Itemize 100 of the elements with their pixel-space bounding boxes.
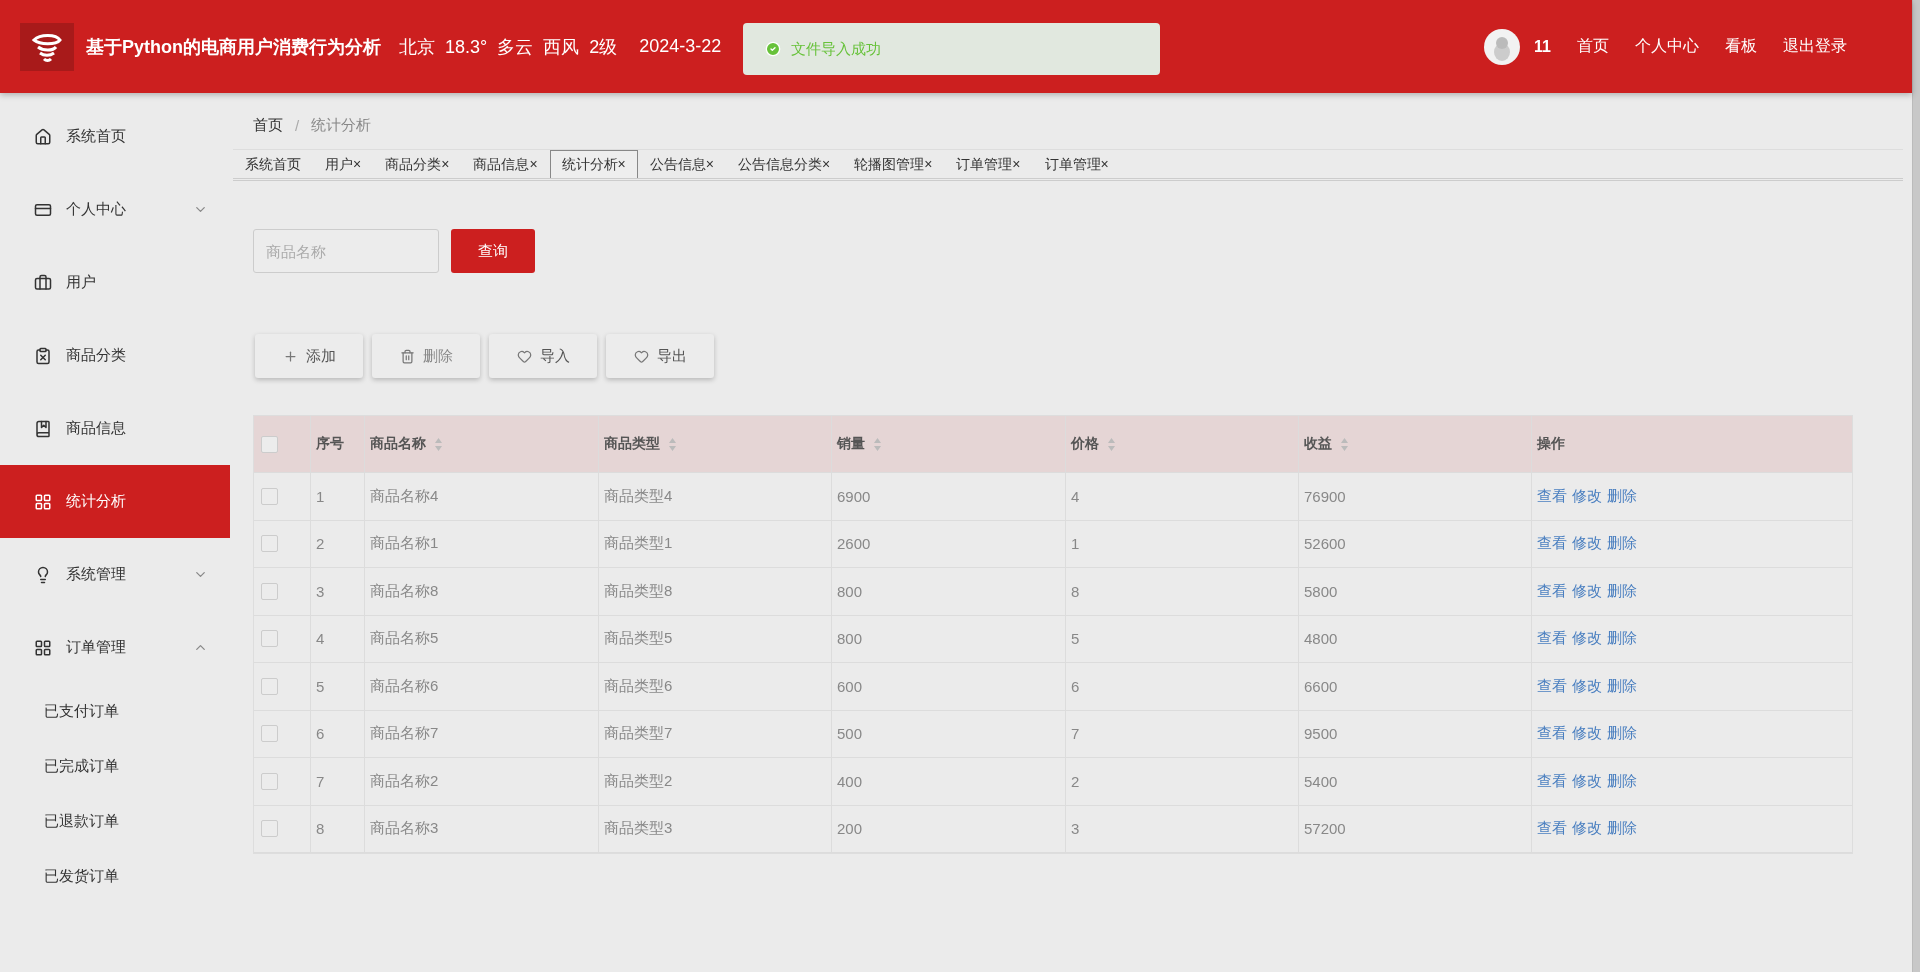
search-field[interactable]: 商品名称: [253, 229, 439, 273]
row-action-link[interactable]: 修改: [1572, 676, 1602, 696]
sidebar-item[interactable]: 个人中心: [0, 173, 230, 246]
breadcrumb-separator: /: [295, 116, 300, 134]
row-action-link[interactable]: 修改: [1572, 534, 1602, 554]
menu-icon: [34, 346, 52, 365]
page-tab[interactable]: 订单管理×: [944, 150, 1033, 178]
sort-icon[interactable]: [873, 436, 882, 452]
row-action-link[interactable]: 查看: [1537, 581, 1567, 601]
row-checkbox[interactable]: [261, 630, 278, 648]
action-button[interactable]: 删除: [372, 334, 480, 378]
page-tab[interactable]: 用户×: [313, 150, 374, 178]
scrollbar[interactable]: [1912, 0, 1920, 972]
table-cell: 7: [316, 772, 325, 790]
table-cell: 1: [316, 487, 325, 505]
row-action-link[interactable]: 删除: [1607, 629, 1637, 649]
table-cell: 商品类型2: [604, 771, 673, 791]
sidebar-item[interactable]: 用户: [0, 246, 230, 319]
row-action-link[interactable]: 查看: [1537, 534, 1567, 554]
sort-icon[interactable]: [668, 436, 677, 452]
row-checkbox[interactable]: [261, 535, 278, 553]
row-action-link[interactable]: 删除: [1607, 771, 1637, 791]
page-tab[interactable]: 商品分类×: [373, 150, 462, 178]
table-cell: 商品名称3: [370, 819, 439, 839]
sidebar-item[interactable]: 商品分类: [0, 319, 230, 392]
row-action-link[interactable]: 修改: [1572, 819, 1602, 839]
page-tab[interactable]: 统计分析×: [549, 150, 638, 178]
row-checkbox[interactable]: [261, 582, 278, 600]
plus-icon: [282, 348, 298, 364]
action-button[interactable]: 添加: [255, 334, 363, 378]
page-tab[interactable]: 公告信息×: [637, 150, 726, 178]
sort-icon[interactable]: [1340, 436, 1349, 452]
menu-icon: [34, 127, 52, 146]
trash-icon: [399, 348, 415, 364]
table-cell: 商品名称2: [370, 771, 439, 791]
row-action-link[interactable]: 查看: [1537, 676, 1567, 696]
action-button[interactable]: 导入: [489, 334, 597, 378]
row-checkbox[interactable]: [261, 725, 278, 743]
row-action-link[interactable]: 修改: [1572, 486, 1602, 506]
table-cell: 57200: [1304, 820, 1346, 838]
row-action-link[interactable]: 查看: [1537, 724, 1567, 744]
sidebar-subitem[interactable]: 已发货订单: [0, 849, 230, 904]
row-checkbox[interactable]: [261, 677, 278, 695]
table-cell: 400: [837, 772, 863, 790]
sidebar-item[interactable]: 系统首页: [0, 100, 230, 173]
menu-icon: [34, 419, 52, 438]
table-cell: 8: [1071, 582, 1080, 600]
row-action-link[interactable]: 查看: [1537, 771, 1567, 791]
nav-link[interactable]: 首页: [1577, 36, 1609, 57]
page-tab[interactable]: 公告信息分类×: [725, 150, 843, 178]
avatar-icon[interactable]: [1484, 28, 1521, 65]
row-checkbox[interactable]: [261, 487, 278, 505]
nav-link[interactable]: 看板: [1725, 36, 1757, 57]
sidebar-subitem[interactable]: 已支付订单: [0, 684, 230, 739]
table-cell: 商品类型1: [604, 534, 673, 554]
heart-icon: [633, 348, 649, 364]
page-tab[interactable]: 订单管理×: [1032, 150, 1121, 178]
table-cell: 5: [1071, 630, 1080, 648]
row-action-link[interactable]: 修改: [1572, 581, 1602, 601]
row-action-link[interactable]: 删除: [1607, 486, 1637, 506]
sidebar-item[interactable]: 订单管理: [0, 611, 230, 684]
row-action-link[interactable]: 删除: [1607, 724, 1637, 744]
row-action-link[interactable]: 修改: [1572, 724, 1602, 744]
row-action-link[interactable]: 删除: [1607, 676, 1637, 696]
date-text: 2024-3-22: [639, 36, 722, 57]
sort-icon[interactable]: [434, 436, 443, 452]
sidebar-item[interactable]: 系统管理: [0, 538, 230, 611]
row-action-link[interactable]: 删除: [1607, 534, 1637, 554]
row-action-link[interactable]: 修改: [1572, 771, 1602, 791]
table-cell: 4800: [1304, 630, 1338, 648]
page-tab[interactable]: 商品信息×: [461, 150, 550, 178]
sort-icon[interactable]: [1107, 436, 1116, 452]
row-action-link[interactable]: 查看: [1537, 486, 1567, 506]
row-action-link[interactable]: 修改: [1572, 629, 1602, 649]
breadcrumb-item[interactable]: 统计分析: [311, 115, 372, 135]
sidebar-subitem[interactable]: 已退款订单: [0, 794, 230, 849]
table-cell: 4: [316, 630, 325, 648]
table-cell: 2600: [837, 535, 871, 553]
row-action-link[interactable]: 删除: [1607, 819, 1637, 839]
page-tab[interactable]: 系统首页: [233, 150, 313, 178]
nav-link[interactable]: 个人中心: [1635, 36, 1699, 57]
row-checkbox[interactable]: [261, 820, 278, 838]
sidebar-item[interactable]: 统计分析: [0, 465, 230, 538]
nav-link[interactable]: 退出登录: [1783, 36, 1847, 57]
row-action-link[interactable]: 删除: [1607, 581, 1637, 601]
breadcrumb-item[interactable]: 首页: [253, 115, 283, 135]
table-cell: 6600: [1304, 677, 1338, 695]
action-button[interactable]: 导出: [606, 334, 714, 378]
toast-text: 文件导入成功: [791, 39, 881, 59]
column-header: 价格: [1071, 435, 1099, 453]
search-button[interactable]: 查询: [451, 229, 535, 273]
sidebar-item[interactable]: 商品信息: [0, 392, 230, 465]
row-action-link[interactable]: 查看: [1537, 819, 1567, 839]
sidebar-subitem[interactable]: 已完成订单: [0, 739, 230, 794]
select-all-checkbox[interactable]: [261, 435, 278, 453]
username: 11: [1534, 37, 1551, 56]
row-checkbox[interactable]: [261, 772, 278, 790]
row-action-link[interactable]: 查看: [1537, 629, 1567, 649]
page-tab[interactable]: 轮播图管理×: [842, 150, 945, 178]
check-circle-icon: [765, 41, 781, 57]
